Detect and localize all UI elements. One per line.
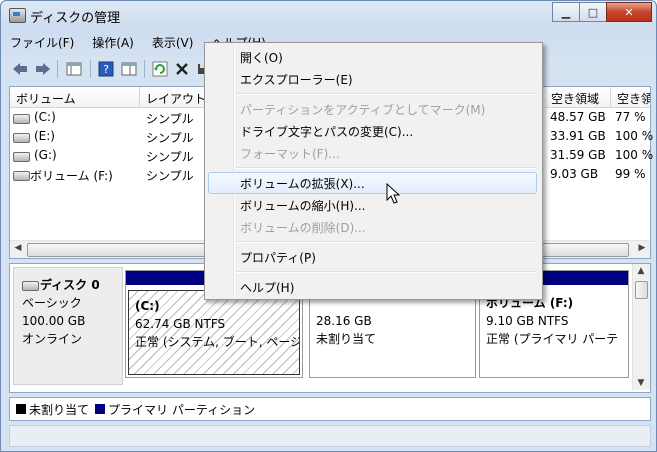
menu-item-change-drive-letter[interactable]: ドライブ文字とパスの変更(C)... bbox=[208, 120, 537, 142]
drive-icon bbox=[13, 114, 30, 124]
disk-type: ベーシック bbox=[22, 296, 82, 310]
back-arrow-icon[interactable] bbox=[11, 60, 28, 77]
refresh-icon[interactable] bbox=[151, 60, 168, 77]
context-menu: 開く(O) エクスプローラー(E) パーティションをアクティブとしてマーク(M)… bbox=[204, 42, 543, 300]
column-header-free-percent[interactable]: 空き領 bbox=[611, 87, 650, 108]
partition-unallocated-details: 28.16 GB 未割り当て bbox=[310, 288, 475, 377]
volume-free-space: 31.59 GB bbox=[550, 148, 606, 162]
scroll-up-icon[interactable]: ▲ bbox=[635, 266, 647, 276]
menu-item-extend-volume[interactable]: ボリュームの拡張(X)... bbox=[208, 172, 537, 194]
vertical-scrollbar[interactable]: ▲ ▼ bbox=[632, 264, 650, 390]
scroll-left-icon[interactable]: ◀ bbox=[12, 243, 24, 253]
volume-layout: シンプル bbox=[146, 150, 194, 164]
volume-free-percent: 99 % bbox=[615, 167, 646, 181]
svg-text:?: ? bbox=[103, 63, 109, 76]
legend-unallocated-swatch bbox=[16, 404, 26, 414]
legend-unallocated-label: 未割り当て bbox=[29, 402, 90, 417]
column-header-volume[interactable]: ボリューム bbox=[10, 87, 140, 108]
mouse-pointer-icon bbox=[386, 183, 400, 204]
help-icon[interactable]: ? bbox=[97, 60, 114, 77]
menu-separator bbox=[236, 241, 536, 243]
partition-size: 9.10 GB NTFS bbox=[486, 314, 569, 328]
partition-f-details: ボリューム (F:) 9.10 GB NTFS 正常 (プライマリ パーテ bbox=[480, 288, 628, 377]
close-button[interactable]: ✕ bbox=[606, 2, 652, 22]
volume-name: (G:) bbox=[34, 148, 57, 162]
disk-management-icon bbox=[9, 8, 26, 23]
volume-name: ボリューム (F:) bbox=[30, 169, 113, 183]
volume-free-space: 48.57 GB bbox=[550, 110, 606, 124]
menu-item-open[interactable]: 開く(O) bbox=[208, 46, 537, 68]
menu-item-format[interactable]: フォーマット(F)... bbox=[208, 142, 537, 164]
disk-info[interactable]: ディスク 0 ベーシック 100.00 GB オンライン bbox=[13, 267, 123, 385]
menu-item-explorer[interactable]: エクスプローラー(E) bbox=[208, 68, 537, 90]
scroll-thumb[interactable] bbox=[635, 281, 648, 299]
partition-size: 62.74 GB NTFS bbox=[135, 317, 226, 331]
disk-status: オンライン bbox=[22, 332, 83, 346]
properties-pane-icon[interactable] bbox=[120, 60, 137, 77]
disk-name: ディスク 0 bbox=[40, 278, 100, 292]
menu-item-properties[interactable]: プロパティ(P) bbox=[208, 246, 537, 268]
menu-item-mark-active[interactable]: パーティションをアクティブとしてマーク(M) bbox=[208, 98, 537, 120]
menu-separator bbox=[236, 271, 536, 273]
volume-free-percent: 100 % bbox=[615, 129, 654, 143]
title-bar[interactable]: ディスクの管理 ▁ □ ✕ bbox=[1, 1, 656, 29]
menu-view[interactable]: 表示(V) bbox=[143, 31, 203, 53]
drive-icon bbox=[13, 133, 30, 143]
volume-layout: シンプル bbox=[146, 112, 194, 126]
menu-separator bbox=[236, 93, 536, 95]
maximize-button[interactable]: □ bbox=[579, 2, 607, 22]
forward-arrow-icon[interactable] bbox=[34, 60, 51, 77]
drive-icon bbox=[13, 171, 30, 181]
partition-size: 28.16 GB bbox=[316, 314, 372, 328]
minimize-button[interactable]: ▁ bbox=[552, 2, 580, 22]
partition-status: 未割り当て bbox=[316, 332, 377, 346]
status-bar bbox=[9, 425, 651, 447]
menu-item-shrink-volume[interactable]: ボリュームの縮小(H)... bbox=[208, 194, 537, 216]
partition-status: 正常 (システム, ブート, ページ bbox=[135, 335, 300, 349]
toolbar-separator bbox=[57, 60, 58, 78]
partition-status: 正常 (プライマリ パーテ bbox=[486, 332, 619, 346]
partition-c-details: (C:) 62.74 GB NTFS 正常 (システム, ブート, ページ bbox=[128, 290, 300, 375]
menu-item-help[interactable]: ヘルプ(H) bbox=[208, 276, 537, 298]
drive-icon bbox=[13, 152, 30, 162]
volume-free-percent: 100 % bbox=[615, 148, 654, 162]
toolbar-separator bbox=[90, 60, 91, 78]
legend: 未割り当て プライマリ パーティション bbox=[9, 397, 651, 421]
volume-name: (C:) bbox=[34, 110, 56, 124]
volume-name: (E:) bbox=[34, 129, 55, 143]
column-header-layout[interactable]: レイアウト bbox=[140, 87, 210, 108]
legend-primary-swatch bbox=[95, 404, 106, 414]
caption-buttons: ▁ □ ✕ bbox=[552, 2, 652, 22]
volume-free-space: 33.91 GB bbox=[550, 129, 606, 143]
scroll-down-icon[interactable]: ▼ bbox=[635, 378, 647, 388]
toolbar-separator bbox=[144, 60, 145, 78]
disk-title: ディスク 0 bbox=[22, 276, 122, 294]
legend-primary-label: プライマリ パーティション bbox=[108, 402, 256, 417]
column-header-free-space[interactable]: 空き領域 bbox=[545, 87, 611, 108]
menu-action[interactable]: 操作(A) bbox=[83, 31, 143, 53]
disk-size: 100.00 GB bbox=[22, 314, 86, 328]
menu-separator bbox=[236, 167, 536, 169]
volume-layout: シンプル bbox=[146, 131, 194, 145]
volume-layout: シンプル bbox=[146, 169, 194, 183]
volume-free-space: 9.03 GB bbox=[550, 167, 599, 181]
console-tree-icon[interactable] bbox=[65, 60, 82, 77]
menu-file[interactable]: ファイル(F) bbox=[1, 31, 83, 53]
volume-free-percent: 77 % bbox=[615, 110, 646, 124]
delete-icon[interactable] bbox=[173, 60, 190, 77]
scroll-right-icon[interactable]: ▶ bbox=[636, 243, 648, 253]
menu-item-delete-volume[interactable]: ボリュームの削除(D)... bbox=[208, 216, 537, 238]
disk-drive-icon bbox=[22, 281, 39, 291]
window-title: ディスクの管理 bbox=[30, 11, 121, 26]
